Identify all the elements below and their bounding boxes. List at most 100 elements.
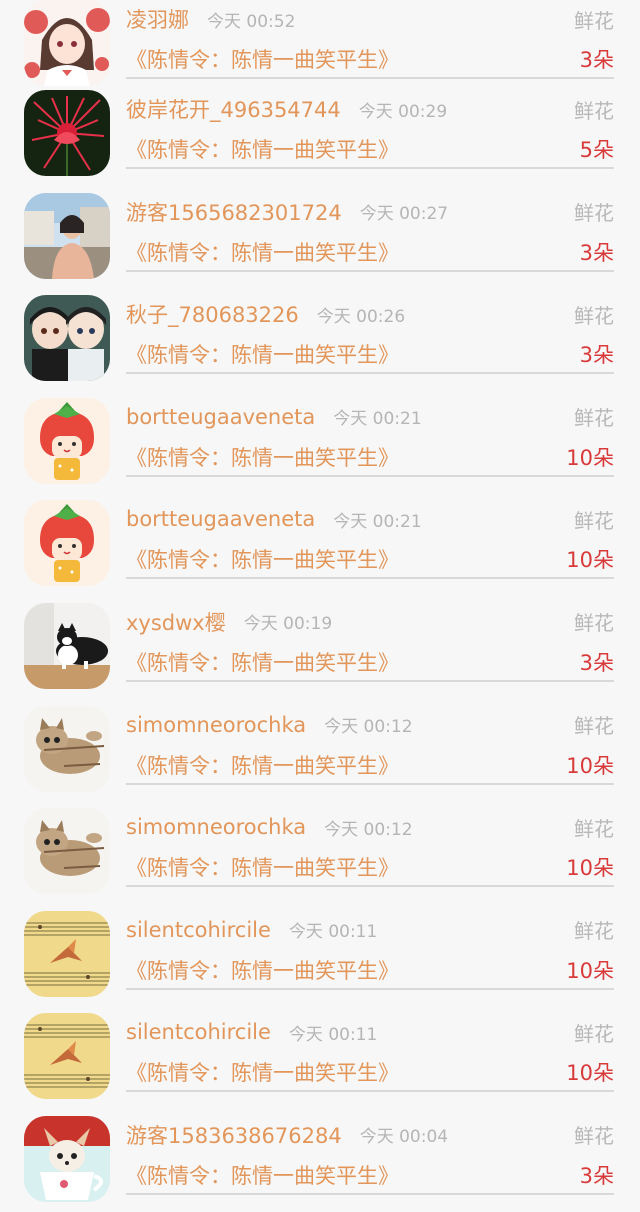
divider bbox=[126, 269, 614, 272]
username[interactable]: bortteugaaveneta bbox=[126, 405, 315, 429]
divider bbox=[126, 679, 614, 682]
username[interactable]: 游客1565682301724 bbox=[126, 197, 342, 227]
flower-gift-list: 凌羽娜 今天 00:52 鲜花 《陈情令：陈情一曲笑平生》 3朵 彼岸花开_49… bbox=[0, 0, 640, 1212]
username[interactable]: bortteugaaveneta bbox=[126, 507, 315, 531]
record-content: bortteugaaveneta 今天 00:21 鲜花 《陈情令：陈情一曲笑平… bbox=[126, 386, 614, 489]
list-item[interactable]: simomneorochka 今天 00:12 鲜花 《陈情令：陈情一曲笑平生》… bbox=[0, 694, 640, 797]
username[interactable]: 游客1583638676284 bbox=[126, 1120, 342, 1150]
kitten-icon bbox=[24, 705, 110, 792]
flower-count: 10朵 bbox=[566, 1061, 614, 1086]
record-content: silentcohircile 今天 00:11 鲜花 《陈情令：陈情一曲笑平生… bbox=[126, 899, 614, 1002]
record-content: xysdwx樱 今天 00:19 鲜花 《陈情令：陈情一曲笑平生》 3朵 bbox=[126, 591, 614, 694]
divider bbox=[126, 474, 614, 477]
work-title[interactable]: 《陈情令：陈情一曲笑平生》 bbox=[126, 647, 399, 677]
record-content: 游客1583638676284 今天 00:04 鲜花 《陈情令：陈情一曲笑平生… bbox=[126, 1104, 614, 1207]
work-title[interactable]: 《陈情令：陈情一曲笑平生》 bbox=[126, 442, 399, 472]
gift-type: 鲜花 bbox=[574, 98, 614, 123]
timestamp: 今天 00:29 bbox=[358, 101, 448, 122]
timestamp: 今天 00:11 bbox=[288, 922, 378, 943]
username[interactable]: 凌羽娜 bbox=[126, 4, 189, 34]
timestamp: 今天 00:26 bbox=[316, 306, 406, 327]
work-title[interactable]: 《陈情令：陈情一曲笑平生》 bbox=[126, 44, 399, 74]
figurines-icon bbox=[24, 295, 110, 382]
record-content: 彼岸花开_496354744 今天 00:29 鲜花 《陈情令：陈情一曲笑平生》… bbox=[126, 78, 614, 181]
gift-type: 鲜花 bbox=[574, 714, 614, 739]
avatar[interactable] bbox=[24, 295, 110, 382]
flower-count: 10朵 bbox=[566, 445, 614, 470]
avatar[interactable] bbox=[24, 705, 110, 792]
avatar[interactable] bbox=[24, 910, 110, 997]
list-item[interactable]: 凌羽娜 今天 00:52 鲜花 《陈情令：陈情一曲笑平生》 3朵 bbox=[0, 0, 640, 86]
username[interactable]: xysdwx樱 bbox=[126, 607, 226, 637]
work-title[interactable]: 《陈情令：陈情一曲笑平生》 bbox=[126, 1057, 399, 1087]
gift-type: 鲜花 bbox=[574, 611, 614, 636]
avatar[interactable] bbox=[24, 0, 110, 86]
list-item[interactable]: 彼岸花开_496354744 今天 00:29 鲜花 《陈情令：陈情一曲笑平生》… bbox=[0, 78, 640, 181]
anime-girl-icon bbox=[24, 0, 110, 86]
work-title[interactable]: 《陈情令：陈情一曲笑平生》 bbox=[126, 1160, 399, 1190]
username[interactable]: simomneorochka bbox=[126, 815, 306, 839]
timestamp: 今天 00:19 bbox=[243, 614, 333, 635]
list-item[interactable]: 秋子_780683226 今天 00:26 鲜花 《陈情令：陈情一曲笑平生》 3… bbox=[0, 283, 640, 386]
flower-count: 10朵 bbox=[566, 958, 614, 983]
record-content: 秋子_780683226 今天 00:26 鲜花 《陈情令：陈情一曲笑平生》 3… bbox=[126, 283, 614, 386]
gift-type: 鲜花 bbox=[574, 1021, 614, 1046]
avatar[interactable] bbox=[24, 1013, 110, 1100]
list-item[interactable]: silentcohircile 今天 00:11 鲜花 《陈情令：陈情一曲笑平生… bbox=[0, 1001, 640, 1104]
flower-count: 3朵 bbox=[579, 1163, 614, 1188]
list-item[interactable]: 游客1565682301724 今天 00:27 鲜花 《陈情令：陈情一曲笑平生… bbox=[0, 181, 640, 284]
avatar[interactable] bbox=[24, 90, 110, 176]
kitten-icon bbox=[24, 808, 110, 895]
list-item[interactable]: bortteugaaveneta 今天 00:21 鲜花 《陈情令：陈情一曲笑平… bbox=[0, 386, 640, 489]
cat-icon bbox=[24, 602, 110, 689]
gift-type: 鲜花 bbox=[574, 303, 614, 328]
username[interactable]: 彼岸花开_496354744 bbox=[126, 94, 341, 124]
strawberry-character-icon bbox=[24, 397, 110, 484]
divider bbox=[126, 372, 614, 375]
work-title[interactable]: 《陈情令：陈情一曲笑平生》 bbox=[126, 544, 399, 574]
username[interactable]: silentcohircile bbox=[126, 918, 271, 942]
username[interactable]: 秋子_780683226 bbox=[126, 299, 299, 329]
gift-type: 鲜花 bbox=[574, 816, 614, 841]
avatar[interactable] bbox=[24, 192, 110, 279]
work-title[interactable]: 《陈情令：陈情一曲笑平生》 bbox=[126, 750, 399, 780]
record-content: bortteugaaveneta 今天 00:21 鲜花 《陈情令：陈情一曲笑平… bbox=[126, 488, 614, 591]
avatar[interactable] bbox=[24, 808, 110, 895]
timestamp: 今天 00:27 bbox=[359, 204, 449, 225]
flower-count: 10朵 bbox=[566, 753, 614, 778]
avatar[interactable] bbox=[24, 602, 110, 689]
work-title[interactable]: 《陈情令：陈情一曲笑平生》 bbox=[126, 339, 399, 369]
timestamp: 今天 00:12 bbox=[324, 717, 413, 738]
gift-type: 鲜花 bbox=[574, 8, 614, 33]
work-title[interactable]: 《陈情令：陈情一曲笑平生》 bbox=[126, 237, 399, 267]
strawberry-character-icon bbox=[24, 500, 110, 587]
gift-type: 鲜花 bbox=[574, 508, 614, 533]
list-item[interactable]: bortteugaaveneta 今天 00:21 鲜花 《陈情令：陈情一曲笑平… bbox=[0, 488, 640, 591]
divider bbox=[126, 1090, 614, 1093]
work-title[interactable]: 《陈情令：陈情一曲笑平生》 bbox=[126, 134, 399, 164]
username[interactable]: silentcohircile bbox=[126, 1020, 271, 1044]
divider bbox=[126, 782, 614, 785]
list-item[interactable]: silentcohircile 今天 00:11 鲜花 《陈情令：陈情一曲笑平生… bbox=[0, 899, 640, 1002]
list-item[interactable]: 游客1583638676284 今天 00:04 鲜花 《陈情令：陈情一曲笑平生… bbox=[0, 1104, 640, 1207]
gift-type: 鲜花 bbox=[574, 1124, 614, 1149]
work-title[interactable]: 《陈情令：陈情一曲笑平生》 bbox=[126, 852, 399, 882]
flower-count: 3朵 bbox=[579, 650, 614, 675]
username[interactable]: simomneorochka bbox=[126, 713, 306, 737]
woman-photo-icon bbox=[24, 192, 110, 279]
timestamp: 今天 00:12 bbox=[324, 819, 413, 840]
list-item[interactable]: xysdwx樱 今天 00:19 鲜花 《陈情令：陈情一曲笑平生》 3朵 bbox=[0, 591, 640, 694]
flower-count: 3朵 bbox=[579, 343, 614, 368]
record-content: simomneorochka 今天 00:12 鲜花 《陈情令：陈情一曲笑平生》… bbox=[126, 694, 614, 797]
flower-count: 3朵 bbox=[579, 240, 614, 265]
avatar[interactable] bbox=[24, 397, 110, 484]
avatar[interactable] bbox=[24, 500, 110, 587]
divider bbox=[126, 987, 614, 990]
work-title[interactable]: 《陈情令：陈情一曲笑平生》 bbox=[126, 955, 399, 985]
record-content: 游客1565682301724 今天 00:27 鲜花 《陈情令：陈情一曲笑平生… bbox=[126, 181, 614, 284]
gift-type: 鲜花 bbox=[574, 919, 614, 944]
timestamp: 今天 00:21 bbox=[333, 409, 422, 430]
timestamp: 今天 00:11 bbox=[288, 1024, 378, 1045]
avatar[interactable] bbox=[24, 1115, 110, 1202]
list-item[interactable]: simomneorochka 今天 00:12 鲜花 《陈情令：陈情一曲笑平生》… bbox=[0, 796, 640, 899]
